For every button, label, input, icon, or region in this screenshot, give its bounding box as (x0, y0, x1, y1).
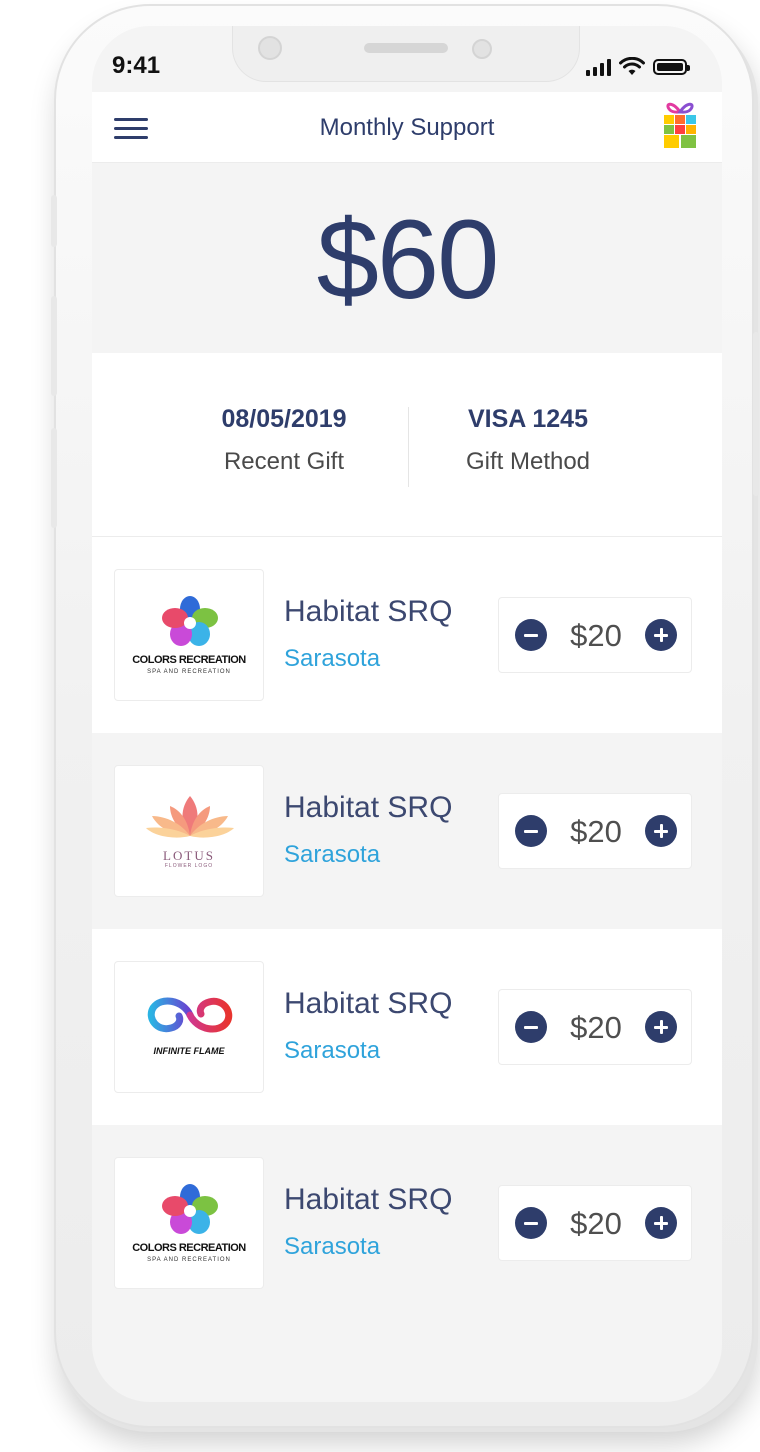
cellular-signal-icon (586, 58, 611, 76)
charity-row: INFINITE FLAME Habitat SRQ Sarasota $20 (92, 929, 722, 1125)
decrease-amount-button[interactable] (515, 1207, 547, 1239)
charity-name[interactable]: Habitat SRQ (284, 595, 452, 629)
gift-info-panel: 08/05/2019 Recent Gift VISA 1245 Gift Me… (92, 353, 722, 537)
charity-name[interactable]: Habitat SRQ (284, 1183, 452, 1217)
increase-amount-button[interactable] (645, 1011, 677, 1043)
amount-stepper: $20 (498, 1185, 692, 1261)
charity-logo: LOTUS FLOWER LOGO (114, 765, 264, 897)
volume-down-button (51, 428, 57, 528)
donation-amount: $20 (570, 814, 622, 849)
charity-name[interactable]: Habitat SRQ (284, 791, 452, 825)
donation-amount: $20 (570, 1206, 622, 1241)
donation-amount: $20 (570, 618, 622, 653)
charity-city: Sarasota (284, 645, 381, 672)
charity-name[interactable]: Habitat SRQ (284, 987, 452, 1021)
speaker (364, 43, 448, 53)
gift-method-value: VISA 1245 (468, 405, 588, 433)
decrease-amount-button[interactable] (515, 1011, 547, 1043)
wifi-icon (619, 57, 645, 75)
lotus-logo-icon (146, 796, 234, 838)
power-button (753, 332, 759, 496)
charity-city: Sarasota (284, 1233, 381, 1260)
mute-switch (51, 195, 57, 247)
amount-stepper: $20 (498, 597, 692, 673)
logo-title: COLORS RECREATION (132, 1242, 246, 1254)
decrease-amount-button[interactable] (515, 815, 547, 847)
volume-up-button (51, 296, 57, 396)
donation-amount: $20 (570, 1010, 622, 1045)
logo-subtitle: SPA AND RECREATION (147, 1257, 231, 1263)
amount-stepper: $20 (498, 989, 692, 1065)
status-time: 9:41 (112, 52, 161, 79)
charity-row: LOTUS FLOWER LOGO Habitat SRQ Sarasota $… (92, 733, 722, 929)
increase-amount-button[interactable] (645, 619, 677, 651)
charity-row: COLORS RECREATION SPA AND RECREATION Hab… (92, 1125, 722, 1321)
logo-title: LOTUS (163, 848, 215, 863)
logo-title: INFINITE FLAME (153, 1046, 225, 1056)
recent-gift-label: Recent Gift (223, 448, 345, 475)
increase-amount-button[interactable] (645, 1207, 677, 1239)
logo-subtitle: SPA AND RECREATION (147, 669, 231, 675)
infinite-flame-logo-icon (147, 997, 233, 1033)
gift-method-label: Gift Method (465, 448, 591, 475)
total-amount: $60 (316, 197, 500, 322)
notch (232, 26, 580, 82)
recent-gift-info: 08/05/2019 Recent Gift (164, 405, 404, 476)
total-amount-panel: $60 (92, 163, 722, 353)
logo-subtitle: FLOWER LOGO (164, 863, 214, 869)
increase-amount-button[interactable] (645, 815, 677, 847)
status-icons (586, 56, 690, 78)
charity-logo: INFINITE FLAME (114, 961, 264, 1093)
charity-logo: COLORS RECREATION SPA AND RECREATION (114, 1157, 264, 1289)
charity-city: Sarasota (284, 1037, 381, 1064)
charity-city: Sarasota (284, 841, 381, 868)
colors-flower-logo-icon (162, 596, 218, 646)
camera-right (472, 39, 492, 59)
recent-gift-date: 08/05/2019 (221, 405, 347, 433)
amount-stepper: $20 (498, 793, 692, 869)
logo-title: COLORS RECREATION (132, 654, 246, 666)
charity-logo: COLORS RECREATION SPA AND RECREATION (114, 569, 264, 701)
camera-left (258, 36, 282, 60)
colors-flower-logo-icon (162, 1184, 218, 1234)
app-header: Monthly Support (92, 92, 722, 163)
gift-method-info[interactable]: VISA 1245 Gift Method (408, 405, 648, 476)
charity-row: COLORS RECREATION SPA AND RECREATION Hab… (92, 537, 722, 733)
gift-box-icon[interactable] (660, 98, 700, 154)
page-title: Monthly Support (319, 114, 495, 141)
decrease-amount-button[interactable] (515, 619, 547, 651)
battery-icon (653, 59, 690, 75)
